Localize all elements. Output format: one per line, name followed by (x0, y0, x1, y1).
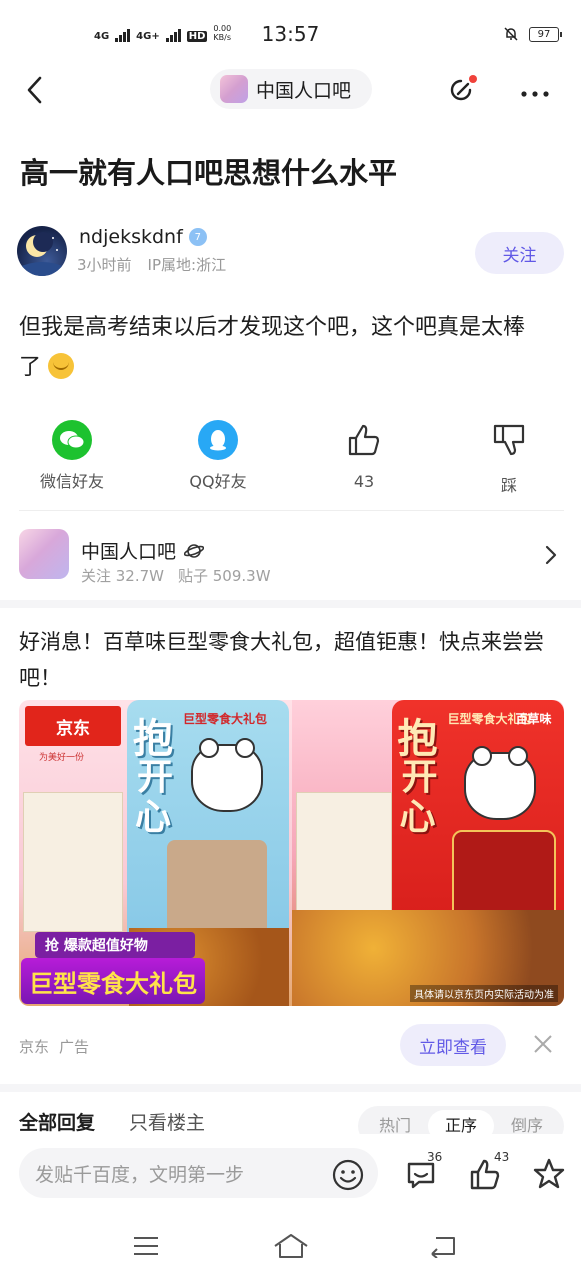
ad-text[interactable]: 好消息！百草味巨型零食大礼包，超值钜惠！快点来尝尝吧！ (19, 624, 569, 696)
post-content-line2: 了 (19, 355, 42, 380)
bag-brand: 百草味 (515, 712, 552, 726)
bag-char: 心 (399, 797, 436, 838)
ad-disclaimer: 具体请以京东页内实际活动为准 (410, 985, 558, 1002)
ad-source-name: 京东 (19, 1038, 50, 1056)
reply-tabs: 全部回复 只看楼主 (19, 1108, 205, 1135)
emoji-icon[interactable] (332, 1159, 364, 1191)
share-qq-label: QQ好友 (189, 472, 247, 491)
more-options-icon[interactable] (518, 72, 552, 108)
ad-image-left: 京东 为美好一份 抱 开 心 巨型零食大礼包 抢 爆款超值好物 巨型零食大礼包 (19, 700, 292, 1006)
forum-card-name-text: 中国人口吧 (81, 541, 177, 563)
snack-shelf (23, 792, 123, 932)
wechat-icon (52, 420, 92, 460)
planet-icon (184, 543, 205, 558)
author-meta: 3小时前 IP属地:浙江 (77, 254, 226, 275)
close-icon[interactable] (531, 1032, 555, 1056)
ip-location: IP属地:浙江 (147, 256, 227, 274)
share-row: 微信好友 QQ好友 43 踩 (0, 420, 581, 498)
forum-followers: 关注 32.7W (81, 567, 164, 585)
share-wechat-label: 微信好友 (39, 472, 104, 491)
top-nav: 中国人口吧 (0, 66, 581, 116)
hug-emoji-icon (48, 353, 75, 379)
dislike-label: 踩 (500, 476, 517, 495)
ad-image[interactable]: 京东 为美好一份 抱 开 心 巨型零食大礼包 抢 爆款超值好物 巨型零食大礼包 … (19, 700, 564, 1006)
tab-op-only[interactable]: 只看楼主 (129, 1108, 205, 1135)
forum-thumbnail (220, 75, 248, 103)
mute-bell-icon (504, 27, 518, 41)
thumbs-up-icon (348, 424, 380, 456)
ad-image-right: 抱 开 心 巨型零食大礼包 百草味 具体请以京东页内实际活动为准 (291, 700, 564, 1006)
home-icon[interactable] (272, 1232, 310, 1260)
bag-char: 心 (135, 797, 172, 838)
section-separator (0, 600, 581, 608)
ad-banner-small: 抢 爆款超值好物 (35, 932, 195, 958)
paper-bag-illustration (167, 840, 267, 936)
system-nav-bar (0, 1214, 581, 1280)
post-time: 3小时前 (77, 256, 132, 274)
tab-all-replies[interactable]: 全部回复 (19, 1108, 95, 1135)
forum-posts: 贴子 509.3W (178, 567, 271, 585)
battery-indicator: 97 (529, 26, 562, 42)
thumbs-down-icon (493, 424, 525, 456)
bear-illustration (463, 746, 536, 820)
jd-logo: 京东 (25, 706, 121, 746)
jd-slogan: 为美好一份 (39, 753, 85, 763)
dislike-button[interactable]: 踩 (454, 420, 564, 496)
level-badge: 7 (188, 228, 207, 246)
bag-subtitle: 巨型零食大礼包 (183, 712, 268, 726)
author-name-text: ndjekskdnf (79, 226, 183, 248)
reply-input[interactable]: 发贴千百度，文明第一步 (19, 1148, 378, 1198)
ad-banner-big: 巨型零食大礼包 (21, 958, 205, 1004)
author-name[interactable]: ndjekskdnf 7 (79, 226, 207, 248)
like-button[interactable]: 43 (309, 420, 419, 491)
star-icon[interactable] (531, 1156, 567, 1192)
follow-button[interactable]: 关注 (475, 232, 564, 274)
share-wechat[interactable]: 微信好友 (17, 420, 127, 492)
back-arrow-icon[interactable] (20, 72, 50, 108)
back-nav-icon[interactable] (428, 1234, 458, 1258)
comment-count-badge: 36 (427, 1150, 443, 1164)
qq-icon (198, 420, 238, 460)
clock: 13:57 (261, 22, 320, 46)
post-content: 但我是高考结束以后才发现这个吧，这个吧真是太棒 了 (19, 308, 567, 388)
bottom-input-bar: 发贴千百度，文明第一步 36 43 (0, 1134, 581, 1214)
forum-card-stats: 关注 32.7W 贴子 509.3W (81, 565, 271, 586)
divider (19, 510, 564, 511)
forum-card-name[interactable]: 中国人口吧 (81, 537, 205, 564)
like-count-badge: 43 (494, 1150, 510, 1164)
author-avatar[interactable] (17, 226, 67, 276)
snack-bag-blue: 抱 开 心 巨型零食大礼包 (127, 700, 289, 960)
section-separator (0, 1084, 581, 1092)
like-count: 43 (353, 472, 375, 491)
forum-pill[interactable]: 中国人口吧 (210, 69, 372, 109)
ad-source: 京东 广告 (19, 1036, 89, 1057)
status-bar: 4G 4G+ HD 0.00 KB/s 13:57 97 (0, 0, 581, 66)
post-content-line1: 但我是高考结束以后才发现这个吧，这个吧真是太棒 (19, 315, 526, 340)
moon-avatar-art (17, 232, 67, 276)
view-now-button[interactable]: 立即查看 (400, 1024, 506, 1066)
chevron-right-icon[interactable] (540, 542, 560, 568)
bear-illustration (191, 738, 263, 812)
menu-icon[interactable] (132, 1234, 160, 1258)
ad-tag: 广告 (59, 1038, 90, 1056)
compose-icon[interactable] (444, 72, 480, 108)
post-title: 高一就有人口吧思想什么水平 (20, 156, 398, 190)
forum-card-thumbnail[interactable] (19, 529, 69, 579)
share-qq[interactable]: QQ好友 (163, 420, 273, 492)
forum-pill-name: 中国人口吧 (256, 79, 352, 102)
